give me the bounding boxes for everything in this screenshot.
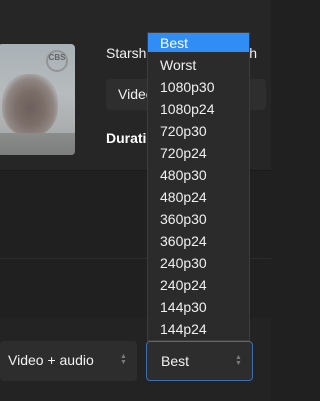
quality-option-240p30[interactable]: 240p30: [148, 253, 249, 272]
media-type-select[interactable]: Video + audio ▲ ▼: [0, 341, 137, 381]
thumbnail-ground: [0, 133, 75, 155]
quality-value: Best: [161, 353, 190, 369]
thumbnail-smoke: [2, 74, 58, 136]
channel-logo: CBS: [46, 50, 68, 72]
quality-option-480p24[interactable]: 480p24: [148, 187, 249, 206]
quality-option-1080p30[interactable]: 1080p30: [148, 77, 249, 96]
video-thumbnail: CBS: [0, 44, 75, 155]
quality-option-best[interactable]: Best: [148, 33, 249, 52]
quality-option-720p30[interactable]: 720p30: [148, 121, 249, 140]
quality-select[interactable]: Best ▲ ▼: [146, 341, 253, 381]
quality-option-720p24[interactable]: 720p24: [148, 143, 249, 162]
quality-option-480p30[interactable]: 480p30: [148, 165, 249, 184]
quality-option-240p24[interactable]: 240p24: [148, 275, 249, 294]
quality-option-worst[interactable]: Worst: [148, 55, 249, 74]
quality-option-144p30[interactable]: 144p30: [148, 297, 249, 316]
quality-option-144p24[interactable]: 144p24: [148, 319, 249, 338]
quality-option-1080p24[interactable]: 1080p24: [148, 99, 249, 118]
quality-dropdown-list[interactable]: Best Worst 1080p30 1080p24 720p30 720p24…: [147, 32, 250, 341]
up-down-chevron-icon: ▲ ▼: [120, 353, 127, 366]
quality-option-360p30[interactable]: 360p30: [148, 209, 249, 228]
quality-option-360p24[interactable]: 360p24: [148, 231, 249, 250]
media-type-value: Video + audio: [8, 352, 94, 368]
up-down-chevron-icon: ▲ ▼: [235, 354, 242, 367]
